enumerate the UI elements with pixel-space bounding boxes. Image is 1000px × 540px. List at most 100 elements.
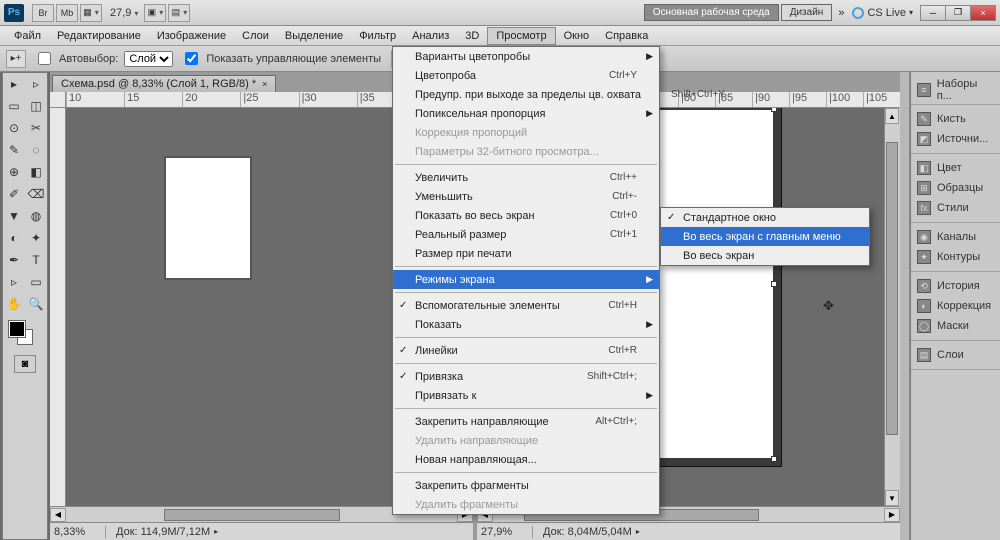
tool-button[interactable]: ◌ <box>25 139 47 161</box>
menu-анализ[interactable]: Анализ <box>404 28 457 44</box>
tool-button[interactable]: ▼ <box>3 205 25 227</box>
cslive-button[interactable]: CS Live▾ <box>852 7 913 19</box>
tool-button[interactable]: ⊙ <box>3 117 25 139</box>
zoom-level[interactable]: 27,9 <box>110 7 138 19</box>
ruler-vertical[interactable] <box>50 108 66 506</box>
panel-Источни...[interactable]: ◩Источни... <box>911 129 1000 149</box>
workspace-design-button[interactable]: Дизайн <box>781 4 833 21</box>
color-swatches[interactable] <box>7 319 43 347</box>
tool-button[interactable]: ▭ <box>25 271 47 293</box>
menu-файл[interactable]: Файл <box>6 28 49 44</box>
menu-item[interactable]: Показать во весь экранCtrl+0 <box>393 206 659 225</box>
zoom-field[interactable]: 27,9% <box>477 526 533 538</box>
close-tab-icon[interactable]: × <box>262 79 267 89</box>
menu-item[interactable]: Варианты цветопробы▶ <box>393 47 659 66</box>
menu-изображение[interactable]: Изображение <box>149 28 234 44</box>
tool-button[interactable]: ✎ <box>3 139 25 161</box>
scrollbar-vertical[interactable]: ▲▼ <box>884 108 900 506</box>
move-tool-icon[interactable]: ▸+ <box>6 50 26 68</box>
zoom-field[interactable]: 8,33% <box>50 526 106 538</box>
tool-button[interactable]: ▹ <box>3 271 25 293</box>
minimize-button[interactable]: ─ <box>920 5 946 21</box>
panel-Стили[interactable]: fxСтили <box>911 198 1000 218</box>
autoselect-dropdown[interactable]: Слой <box>124 51 173 67</box>
panel-Наборы п...[interactable]: ≡Наборы п... <box>911 80 1000 100</box>
tool-button[interactable]: ◫ <box>25 95 47 117</box>
menu-item[interactable]: Закрепить фрагменты <box>393 476 659 495</box>
screen-mode-button[interactable]: ▣ <box>144 4 166 22</box>
panel-Слои[interactable]: ▤Слои <box>911 345 1000 365</box>
panel-collapse-strip[interactable] <box>900 72 910 540</box>
autoselect-checkbox[interactable] <box>38 52 51 65</box>
panel-Цвет[interactable]: ◧Цвет <box>911 158 1000 178</box>
tool-button[interactable]: ◐ <box>3 227 25 249</box>
tool-button[interactable]: ▸ <box>3 73 25 95</box>
menu-item[interactable]: Реальный размерCtrl+1 <box>393 225 659 244</box>
tool-button[interactable]: ✐ <box>3 183 25 205</box>
arrange-button[interactable]: ▦ <box>80 4 102 22</box>
menu-item[interactable]: Предупр. при выходе за пределы цв. охват… <box>393 85 659 104</box>
panel-Образцы[interactable]: ⊞Образцы <box>911 178 1000 198</box>
menu-item[interactable]: Размер при печати <box>393 244 659 263</box>
panel-Каналы[interactable]: ◉Каналы <box>911 227 1000 247</box>
tool-button[interactable]: T <box>25 249 47 271</box>
menu-item[interactable]: ✓ПривязкаShift+Ctrl+; <box>393 367 659 386</box>
doc-info[interactable]: Док: 114,9M/7,12M <box>106 526 210 538</box>
artboard[interactable] <box>166 158 250 278</box>
panel-Кисть[interactable]: ✎Кисть <box>911 109 1000 129</box>
panel-icon: ◧ <box>917 161 931 175</box>
tool-button[interactable]: ✦ <box>25 227 47 249</box>
tool-button[interactable]: ◧ <box>25 161 47 183</box>
panel-icon: ⟲ <box>917 279 931 293</box>
panels-dock: ≡Наборы п... ✎Кисть◩Источни... ◧Цвет⊞Образ… <box>910 72 1000 540</box>
tool-button[interactable]: ⌫ <box>25 183 47 205</box>
menu-просмотр[interactable]: Просмотр <box>487 27 555 45</box>
maximize-button[interactable]: ❐ <box>945 5 971 21</box>
menu-item[interactable]: УменьшитьCtrl+- <box>393 187 659 206</box>
menu-выделение[interactable]: Выделение <box>277 28 351 44</box>
panel-Маски[interactable]: ◯Маски <box>911 316 1000 336</box>
submenu-item[interactable]: ✓Стандартное окно <box>661 208 869 227</box>
bridge-button[interactable]: Br <box>32 4 54 22</box>
tool-button[interactable]: ▹ <box>25 73 47 95</box>
menu-слои[interactable]: Слои <box>234 28 277 44</box>
menu-item: Удалить направляющие <box>393 431 659 450</box>
quickmask-button[interactable]: ◙ <box>14 355 36 373</box>
menu-item[interactable]: ✓Вспомогательные элементыCtrl+H <box>393 296 659 315</box>
menu-3d[interactable]: 3D <box>457 28 487 44</box>
minibridge-button[interactable]: Mb <box>56 4 78 22</box>
workspace-more-icon[interactable]: » <box>838 7 844 19</box>
menu-редактирование[interactable]: Редактирование <box>49 28 149 44</box>
submenu-item[interactable]: Во весь экран с главным меню <box>661 227 869 246</box>
tool-button[interactable]: ⊕ <box>3 161 25 183</box>
menu-item[interactable]: Привязать к▶ <box>393 386 659 405</box>
panel-Контуры[interactable]: ✦Контуры <box>911 247 1000 267</box>
panel-История[interactable]: ⟲История <box>911 276 1000 296</box>
panel-Коррекция[interactable]: ◐Коррекция <box>911 296 1000 316</box>
panel-icon: ✦ <box>917 250 931 264</box>
menu-item[interactable]: Попиксельная пропорция▶ <box>393 104 659 123</box>
menu-окно[interactable]: Окно <box>556 28 598 44</box>
tool-button[interactable]: ◍ <box>25 205 47 227</box>
menu-item[interactable]: ЦветопробаCtrl+Y <box>393 66 659 85</box>
tool-button[interactable]: ✂ <box>25 117 47 139</box>
menu-item[interactable]: ✓ЛинейкиCtrl+R <box>393 341 659 360</box>
menu-item[interactable]: Режимы экрана▶ <box>393 270 659 289</box>
close-button[interactable]: × <box>970 5 996 21</box>
submenu-item[interactable]: Во весь экран <box>661 246 869 265</box>
tool-button[interactable]: ✋ <box>3 293 25 315</box>
menu-item[interactable]: Закрепить направляющиеAlt+Ctrl+; <box>393 412 659 431</box>
tool-button[interactable]: 🔍 <box>25 293 47 315</box>
menu-item[interactable]: Новая направляющая... <box>393 450 659 469</box>
menu-фильтр[interactable]: Фильтр <box>351 28 404 44</box>
workspace-main-button[interactable]: Основная рабочая среда <box>644 4 779 21</box>
menu-item[interactable]: Показать▶ <box>393 315 659 334</box>
doc-info[interactable]: Док: 8,04M/5,04M <box>533 526 632 538</box>
document-tab[interactable]: Схема.psd @ 8,33% (Слой 1, RGB/8) * × <box>52 75 276 92</box>
tool-button[interactable]: ✒ <box>3 249 25 271</box>
menu-item[interactable]: УвеличитьCtrl++ <box>393 168 659 187</box>
show-controls-checkbox[interactable] <box>185 52 198 65</box>
menu-справка[interactable]: Справка <box>597 28 656 44</box>
extras-button[interactable]: ▤ <box>168 4 190 22</box>
tool-button[interactable]: ▭ <box>3 95 25 117</box>
